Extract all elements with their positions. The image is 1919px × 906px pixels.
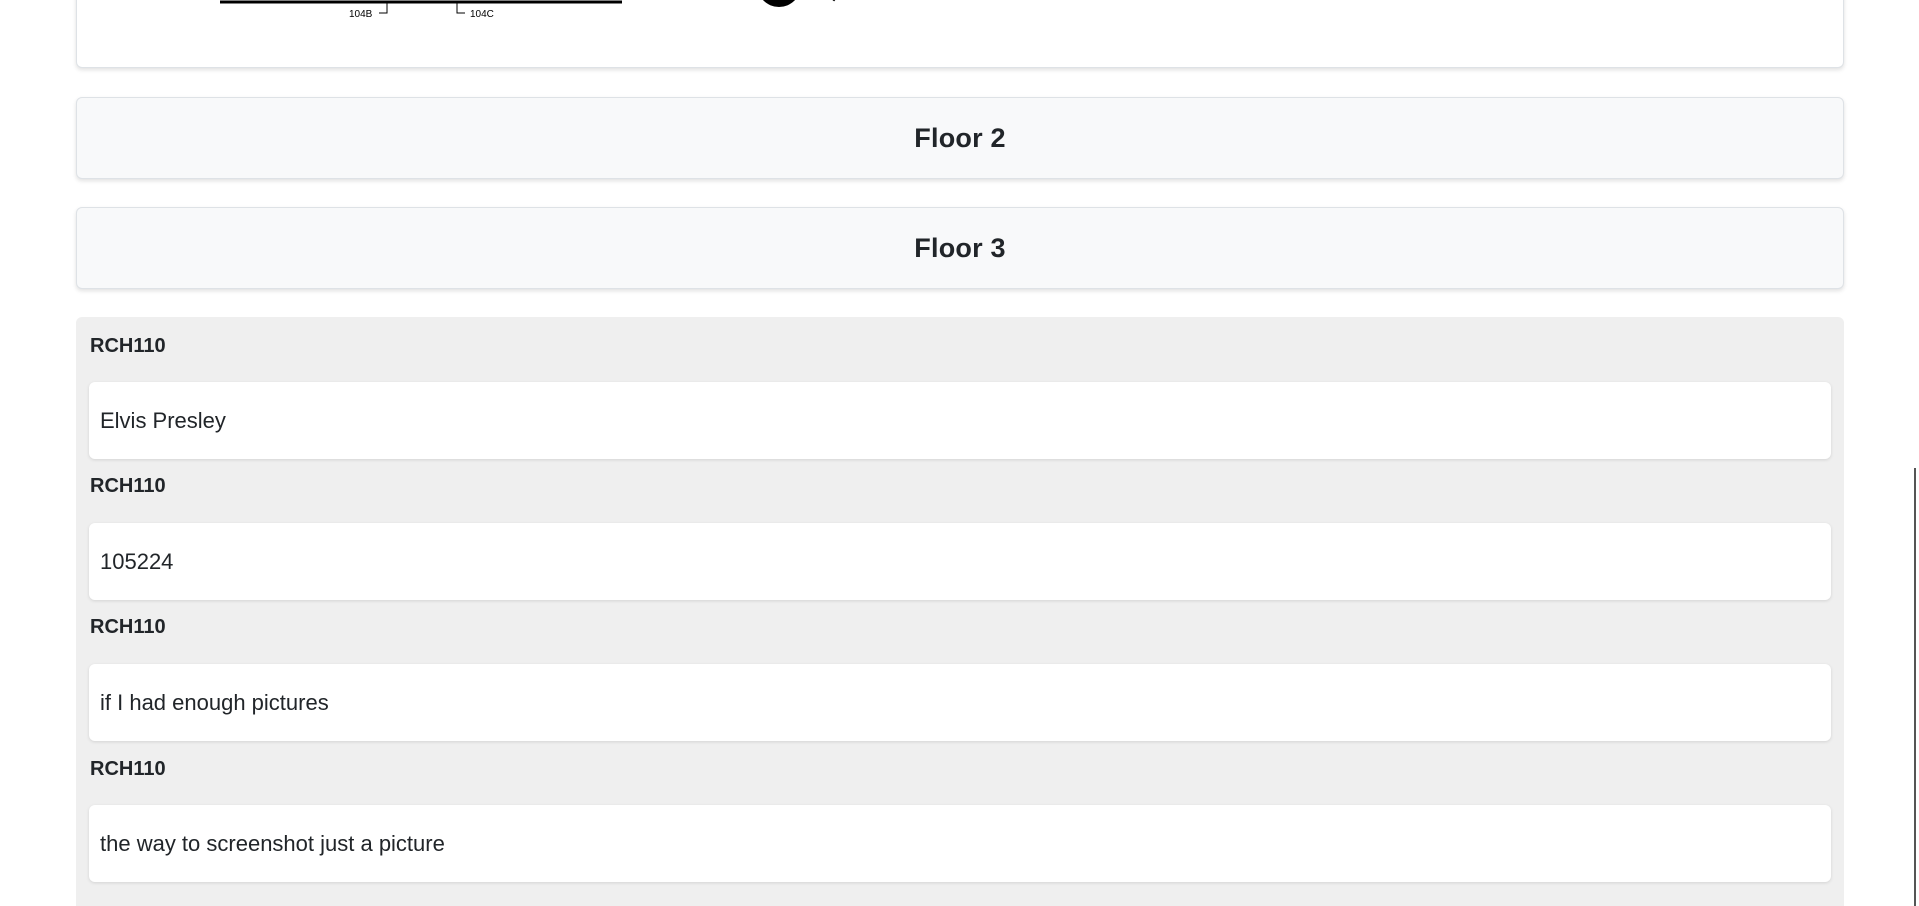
note-text-box[interactable]: if I had enough pictures [89,664,1831,741]
floor-2-title[interactable]: Floor 2 [914,123,1005,154]
note-text-box[interactable]: Elvis Presley [89,382,1831,459]
note-room-label: RCH110 [90,616,166,638]
room-104c-label: 104C [470,9,494,20]
note-text-box[interactable]: 105224 [89,523,1831,600]
room-104b-leader [379,2,388,14]
floor-3-accordion[interactable]: Floor 3 [76,207,1844,289]
note-room-label: RCH110 [90,475,166,497]
note-room-label: RCH110 [90,758,166,780]
room-104c-leader [456,2,465,14]
notes-panel: RCH110 Elvis Presley RCH110 105224 RCH11… [76,317,1844,906]
floor-3-title[interactable]: Floor 3 [914,233,1005,264]
page: 104B 104C Floor 2 Floor 3 RCH110 Elvis P… [0,0,1919,906]
floor-2-accordion[interactable]: Floor 2 [76,97,1844,179]
floor-plan-marker [762,0,796,7]
floor-plan-image: 104B 104C [220,0,836,20]
room-104b-label: 104B [349,9,373,20]
floor-1-card: 104B 104C [76,0,1844,68]
note-room-label: RCH110 [90,335,166,357]
note-text-box[interactable]: the way to screenshot just a picture [89,805,1831,882]
scrollbar[interactable] [1914,468,1916,906]
